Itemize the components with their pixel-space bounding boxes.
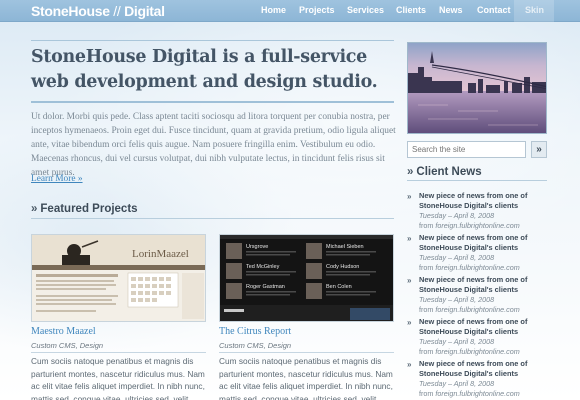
project-description-citrus: Cum sociis natoque penatibus et magnis d… bbox=[219, 356, 393, 400]
site-logo[interactable]: StoneHouse // Digital bbox=[31, 3, 165, 19]
intro-paragraph: Ut dolor. Morbi quis pede. Class aptent … bbox=[31, 112, 396, 178]
news-date: Tuesday – April 8, 2008 bbox=[419, 379, 495, 388]
nav-projects[interactable]: Projects bbox=[299, 5, 335, 15]
news-title[interactable]: New piece of news from one of StoneHouse… bbox=[419, 359, 553, 379]
citrus-screenshot: Ursgrove Michael Sieben Ted McGinley Cod… bbox=[220, 235, 393, 321]
top-nav-bar: StoneHouse // Digital Home Projects Serv… bbox=[0, 0, 580, 22]
news-title[interactable]: New piece of news from one of StoneHouse… bbox=[419, 317, 553, 337]
featured-rule bbox=[31, 218, 394, 219]
project-subtitle-maazel: Custom CMS, Design bbox=[31, 341, 104, 350]
learn-more-link[interactable]: Learn More » bbox=[31, 174, 83, 184]
news-source: from foreign.fulbrightonline.com bbox=[419, 221, 520, 230]
double-chevron-icon: » bbox=[407, 166, 414, 178]
news-source: from foreign.fulbrightonline.com bbox=[419, 305, 520, 314]
news-date: Tuesday – April 8, 2008 bbox=[419, 253, 495, 262]
headline-rule-bottom bbox=[31, 101, 394, 103]
nav-contact[interactable]: Contact bbox=[477, 5, 511, 15]
search-input[interactable] bbox=[407, 141, 526, 158]
news-date: Tuesday – April 8, 2008 bbox=[419, 295, 495, 304]
news-source: from foreign.fulbrightonline.com bbox=[419, 389, 520, 398]
skin-switcher[interactable]: Skin bbox=[525, 5, 544, 15]
news-date: Tuesday – April 8, 2008 bbox=[419, 211, 495, 220]
nav-news[interactable]: News bbox=[439, 5, 463, 15]
double-chevron-icon: » bbox=[31, 203, 38, 215]
page-headline: StoneHouse Digital is a full-service web… bbox=[31, 47, 378, 92]
news-date: Tuesday – April 8, 2008 bbox=[419, 337, 495, 346]
client-news-rule bbox=[407, 180, 547, 181]
project-rule-maazel bbox=[31, 352, 206, 353]
maazel-logo-text: LorinMaazel bbox=[132, 248, 189, 260]
sidebar-city-photo bbox=[407, 42, 547, 134]
project-title-citrus[interactable]: The Citrus Report bbox=[219, 326, 291, 337]
nav-clients[interactable]: Clients bbox=[396, 5, 426, 15]
maazel-screenshot: LorinMaazel bbox=[32, 235, 205, 321]
citrus-name-2: Michael Sieben bbox=[326, 244, 364, 250]
citrus-name-3: Ted McGinley bbox=[246, 264, 280, 270]
news-title[interactable]: New piece of news from one of StoneHouse… bbox=[419, 275, 553, 295]
project-title-maazel[interactable]: Maestro Maazel bbox=[31, 326, 96, 337]
project-rule-citrus bbox=[219, 352, 394, 353]
double-arrow-icon: » bbox=[407, 276, 412, 285]
news-source: from foreign.fulbrightonline.com bbox=[419, 263, 520, 272]
double-arrow-icon: » bbox=[407, 360, 412, 369]
project-thumbnail-citrus[interactable]: Ursgrove Michael Sieben Ted McGinley Cod… bbox=[219, 234, 394, 322]
project-description-maazel: Cum sociis natoque penatibus et magnis d… bbox=[31, 356, 205, 400]
skyline-image bbox=[408, 43, 546, 133]
double-arrow-icon: » bbox=[407, 234, 412, 243]
project-thumbnail-maazel[interactable]: LorinMaazel bbox=[31, 234, 206, 322]
client-news-heading: » Client News bbox=[407, 166, 482, 178]
headline-rule-top bbox=[31, 40, 394, 41]
search-button[interactable]: » bbox=[531, 141, 547, 158]
news-title[interactable]: New piece of news from one of StoneHouse… bbox=[419, 233, 553, 253]
citrus-name-5: Roger Gastman bbox=[246, 284, 285, 290]
project-subtitle-citrus: Custom CMS, Design bbox=[219, 341, 292, 350]
nav-home[interactable]: Home bbox=[261, 5, 286, 15]
nav-services[interactable]: Services bbox=[347, 5, 384, 15]
double-arrow-icon: » bbox=[407, 318, 412, 327]
citrus-name-6: Ben Colen bbox=[326, 284, 352, 290]
news-source: from foreign.fulbrightonline.com bbox=[419, 347, 520, 356]
double-arrow-icon: » bbox=[407, 192, 412, 201]
featured-heading: » Featured Projects bbox=[31, 203, 138, 215]
citrus-name-1: Ursgrove bbox=[246, 244, 268, 250]
citrus-name-4: Cody Hudson bbox=[326, 264, 359, 270]
news-title[interactable]: New piece of news from one of StoneHouse… bbox=[419, 191, 553, 211]
